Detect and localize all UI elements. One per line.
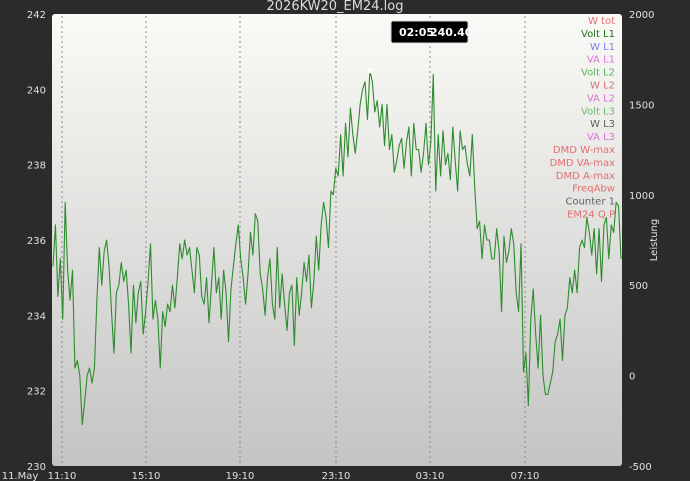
legend-item[interactable]: W L2 [590, 81, 615, 92]
y2-tick-label: -500 [629, 462, 652, 473]
x-tick-label: 03:10 [416, 471, 445, 481]
right-axis-label: Leistung [649, 219, 660, 261]
chart: 2026KW20_EM24.log 230232234236238240242 … [2, 0, 660, 481]
y-tick-label: 232 [27, 387, 46, 398]
legend-item[interactable]: Volt L2 [581, 68, 615, 79]
legend-item[interactable]: VA L2 [587, 93, 615, 104]
legend-item[interactable]: Counter 1 [565, 197, 615, 208]
x-tick-label: 11:10 [48, 471, 77, 481]
legend-item[interactable]: W tot [588, 16, 615, 27]
legend-item[interactable]: DMD A-max [556, 171, 615, 182]
y-tick-label: 242 [27, 10, 46, 21]
legend-item[interactable]: VA L3 [587, 132, 615, 143]
y-tick-label: 236 [27, 236, 46, 247]
tooltip: 02:05 240.40 [390, 20, 473, 44]
y2-tick-label: 1000 [629, 191, 654, 202]
legend-item[interactable]: FreqAbw [572, 184, 615, 195]
tooltip-time: 02:05 [399, 26, 434, 39]
legend-item[interactable]: Volt L3 [581, 106, 615, 117]
tooltip-value: 240.40 [430, 26, 473, 39]
y-tick-label: 238 [27, 161, 46, 172]
y2-tick-label: 500 [629, 281, 648, 292]
x-tick-label: 07:10 [511, 471, 540, 481]
chart-title: 2026KW20_EM24.log [267, 0, 404, 14]
left-axis-ticks: 230232234236238240242 [27, 10, 46, 473]
x-tick-label: 19:10 [226, 471, 255, 481]
x-tick-label: 23:10 [322, 471, 351, 481]
highlighted-point [366, 67, 373, 74]
x-axis-ticks: 11.May 11:10 15:10 19:10 23:10 03:10 07:10 [2, 471, 540, 481]
legend-item[interactable]: DMD W-max [553, 145, 615, 156]
x-tick-label: 11.May [2, 471, 39, 481]
x-tick-label: 15:10 [132, 471, 161, 481]
legend-item[interactable]: VA L1 [587, 55, 615, 66]
plot-area [52, 14, 622, 466]
legend-item[interactable]: W L1 [590, 42, 615, 53]
y2-tick-label: 0 [629, 372, 635, 383]
y2-tick-label: 2000 [629, 10, 654, 21]
legend-item[interactable]: EM24 Q P [567, 210, 615, 221]
y-tick-label: 240 [27, 85, 46, 96]
legend-item[interactable]: Volt L1 [581, 29, 615, 40]
legend-item[interactable]: DMD VA-max [550, 158, 616, 169]
y2-tick-label: 1500 [629, 100, 654, 111]
y-tick-label: 234 [27, 311, 46, 322]
legend-item[interactable]: W L3 [590, 119, 615, 130]
